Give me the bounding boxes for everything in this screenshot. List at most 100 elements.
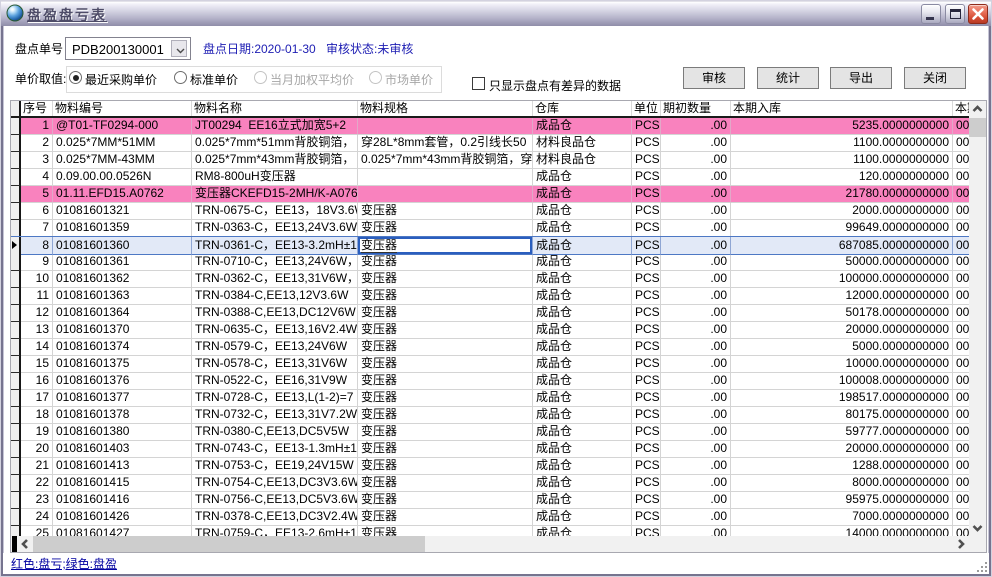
- cell-unit[interactable]: PCS: [632, 203, 661, 220]
- row-header[interactable]: [11, 135, 21, 152]
- table-row-10[interactable]: 1001081601362TRN-0362-C，EE13,31V6W，变压器成品…: [11, 271, 969, 288]
- cell-name[interactable]: TRN-0759-C，EE13-2.6mH±1: [192, 526, 358, 536]
- table-row-4[interactable]: 40.09.00.00.0526NRM8-800uH变压器成品仓PCS.0012…: [11, 169, 969, 186]
- cell-qty0[interactable]: .00: [661, 220, 731, 237]
- cell-seq[interactable]: 18: [21, 407, 53, 424]
- grid-corner-cell[interactable]: [11, 101, 21, 116]
- row-header[interactable]: [11, 186, 21, 203]
- cell-seq[interactable]: 2: [21, 135, 53, 152]
- cell-inqty[interactable]: 50178.0000000000: [731, 305, 953, 322]
- cell-next[interactable]: 00: [953, 407, 969, 424]
- column-header-inqty[interactable]: 本期入库: [731, 101, 953, 116]
- cell-name[interactable]: TRN-0743-C，EE13-1.3mH±1: [192, 441, 358, 458]
- cell-inqty[interactable]: 14000.0000000000: [731, 526, 953, 536]
- cell-seq[interactable]: 3: [21, 152, 53, 169]
- row-header[interactable]: [11, 492, 21, 509]
- cell-unit[interactable]: PCS: [632, 254, 661, 271]
- cell-name[interactable]: TRN-0728-C，EE13,L(1-2)=7: [192, 390, 358, 407]
- cell-code[interactable]: 01081601374: [53, 339, 192, 356]
- cell-spec[interactable]: [358, 118, 533, 135]
- cell-code[interactable]: @T01-TF0294-000: [53, 118, 192, 135]
- cell-inqty[interactable]: 7000.0000000000: [731, 509, 953, 526]
- cell-name[interactable]: TRN-0578-C，EE13,31V6W: [192, 356, 358, 373]
- cell-name[interactable]: 变压器CKEFD15-2MH/K-A0762: [192, 186, 358, 203]
- row-header[interactable]: [11, 152, 21, 169]
- cell-seq[interactable]: 25: [21, 526, 53, 536]
- cell-name[interactable]: TRN-0522-C，EE16,31V9W: [192, 373, 358, 390]
- cell-qty0[interactable]: .00: [661, 254, 731, 271]
- table-row-6[interactable]: 601081601321TRN-0675-C，EE13，18V3.6W变压器成品…: [11, 203, 969, 220]
- table-row-9[interactable]: 901081601361TRN-0710-C，EE13,24V6W，变压器成品仓…: [11, 254, 969, 271]
- cell-qty0[interactable]: .00: [661, 152, 731, 169]
- cell-seq[interactable]: 14: [21, 339, 53, 356]
- cell-code[interactable]: 01081601363: [53, 288, 192, 305]
- row-header[interactable]: [11, 356, 21, 373]
- row-header[interactable]: [11, 441, 21, 458]
- cell-seq[interactable]: 17: [21, 390, 53, 407]
- cell-spec[interactable]: 变压器: [358, 373, 533, 390]
- table-row-23[interactable]: 2301081601416TRN-0756-C,EE13,DC5V3.6W变压器…: [11, 492, 969, 509]
- table-row-21[interactable]: 2101081601413TRN-0753-C，EE19,24V15W变压器成品…: [11, 458, 969, 475]
- cell-next[interactable]: 00: [953, 254, 969, 271]
- cell-code[interactable]: 01081601361: [53, 254, 192, 271]
- row-header[interactable]: [11, 339, 21, 356]
- cell-spec[interactable]: [358, 169, 533, 186]
- cell-next[interactable]: 00: [953, 169, 969, 186]
- cell-code[interactable]: 01081601370: [53, 322, 192, 339]
- cell-name[interactable]: TRN-0635-C，EE13,16V2.4W: [192, 322, 358, 339]
- cell-seq[interactable]: 1: [21, 118, 53, 135]
- cell-unit[interactable]: PCS: [632, 356, 661, 373]
- cell-inqty[interactable]: 2000.0000000000: [731, 203, 953, 220]
- cell-next[interactable]: 00: [953, 118, 969, 135]
- cell-wh[interactable]: 成品仓: [533, 492, 632, 509]
- cell-next[interactable]: 00: [953, 373, 969, 390]
- cell-spec[interactable]: 变压器: [358, 288, 533, 305]
- cell-wh[interactable]: 成品仓: [533, 220, 632, 237]
- cell-qty0[interactable]: .00: [661, 118, 731, 135]
- cell-qty0[interactable]: .00: [661, 203, 731, 220]
- cell-unit[interactable]: PCS: [632, 237, 661, 255]
- close-button[interactable]: [968, 4, 988, 24]
- scroll-up-button[interactable]: [969, 101, 986, 117]
- cell-qty0[interactable]: .00: [661, 186, 731, 203]
- row-header[interactable]: [11, 424, 21, 441]
- row-header[interactable]: [11, 118, 21, 135]
- table-row-1[interactable]: 1@T01-TF0294-000JT00294 EE16立式加宽5+2成品仓PC…: [11, 118, 969, 135]
- cell-qty0[interactable]: .00: [661, 169, 731, 186]
- cell-code[interactable]: 01.11.EFD15.A0762: [53, 186, 192, 203]
- cell-next[interactable]: 00: [953, 356, 969, 373]
- cell-inqty[interactable]: 120.0000000000: [731, 169, 953, 186]
- combo-dropdown-button[interactable]: [171, 40, 187, 57]
- cell-seq[interactable]: 5: [21, 186, 53, 203]
- cell-next[interactable]: 00: [953, 509, 969, 526]
- cell-inqty[interactable]: 21780.0000000000: [731, 186, 953, 203]
- cell-next[interactable]: 00: [953, 186, 969, 203]
- cell-spec[interactable]: 变压器: [358, 458, 533, 475]
- scroll-right-button[interactable]: [952, 536, 969, 552]
- row-header[interactable]: [11, 509, 21, 526]
- column-header-name[interactable]: 物料名称: [192, 101, 358, 116]
- cell-unit[interactable]: PCS: [632, 322, 661, 339]
- cell-wh[interactable]: 成品仓: [533, 526, 632, 536]
- cell-wh[interactable]: 成品仓: [533, 203, 632, 220]
- cell-unit[interactable]: PCS: [632, 152, 661, 169]
- cell-inqty[interactable]: 50000.0000000000: [731, 254, 953, 271]
- cell-spec[interactable]: 变压器: [358, 475, 533, 492]
- cell-name[interactable]: TRN-0378-C,EE13,DC3V2.4W: [192, 509, 358, 526]
- cell-code[interactable]: 01081601321: [53, 203, 192, 220]
- cell-wh[interactable]: 成品仓: [533, 390, 632, 407]
- cell-name[interactable]: TRN-0380-C,EE13,DC5V5W: [192, 424, 358, 441]
- column-header-wh[interactable]: 仓库: [533, 101, 632, 116]
- cell-unit[interactable]: PCS: [632, 458, 661, 475]
- cell-spec[interactable]: 变压器: [358, 271, 533, 288]
- horizontal-scrollbar-thumb[interactable]: [33, 536, 425, 552]
- cell-wh[interactable]: 成品仓: [533, 118, 632, 135]
- cell-unit[interactable]: PCS: [632, 424, 661, 441]
- cell-wh[interactable]: 成品仓: [533, 458, 632, 475]
- cell-spec[interactable]: 变压器: [358, 237, 533, 255]
- cell-qty0[interactable]: .00: [661, 135, 731, 152]
- minimize-button[interactable]: [921, 4, 941, 24]
- cell-spec[interactable]: 变压器: [358, 492, 533, 509]
- cell-code[interactable]: 01081601415: [53, 475, 192, 492]
- table-row-3[interactable]: 30.025*7MM-43MM0.025*7mm*43mm背胶铜箔，0.025*…: [11, 152, 969, 169]
